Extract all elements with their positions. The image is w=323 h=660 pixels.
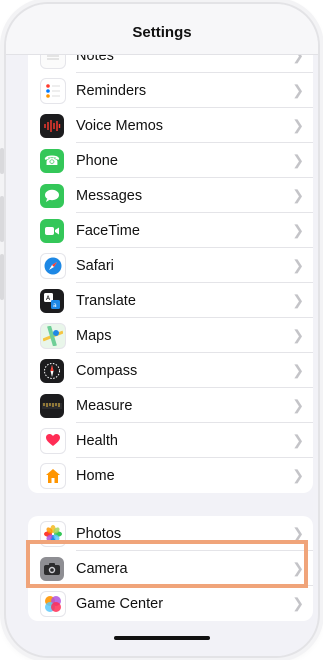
row-label: Home xyxy=(76,467,115,484)
settings-row-messages[interactable]: Messages ❯ xyxy=(28,178,313,213)
settings-row-translate[interactable]: Aa Translate ❯ xyxy=(28,283,313,318)
chevron-right-icon: ❯ xyxy=(292,82,304,98)
translate-icon: Aa xyxy=(40,288,64,313)
settings-row-safari[interactable]: Safari ❯ xyxy=(28,248,313,283)
settings-row-reminders[interactable]: Reminders ❯ xyxy=(28,73,313,108)
row-label: Messages xyxy=(76,187,143,204)
settings-row-voice-memos[interactable]: Voice Memos ❯ xyxy=(28,108,313,143)
apps-group: Notes ❯ Reminders ❯ Voice Memos ❯ ☎ Phon… xyxy=(28,38,313,493)
ruler-icon xyxy=(40,393,64,418)
settings-row-compass[interactable]: Compass ❯ xyxy=(28,353,313,388)
chevron-right-icon: ❯ xyxy=(292,292,304,308)
chevron-right-icon: ❯ xyxy=(292,257,304,273)
row-label: Game Center xyxy=(76,595,164,612)
volume-up-button xyxy=(0,196,4,242)
map-icon xyxy=(40,322,66,349)
chevron-right-icon: ❯ xyxy=(292,397,304,413)
silent-switch xyxy=(0,148,4,174)
row-label: FaceTime xyxy=(76,222,140,239)
settings-row-home[interactable]: Home ❯ xyxy=(28,458,313,493)
chevron-right-icon: ❯ xyxy=(292,187,304,203)
camera-highlight-box xyxy=(26,540,308,588)
compass-needle-icon xyxy=(40,252,66,279)
settings-row-measure[interactable]: Measure ❯ xyxy=(28,388,313,423)
settings-row-phone[interactable]: ☎ Phone ❯ xyxy=(28,143,313,178)
reminders-icon xyxy=(40,77,66,104)
chevron-right-icon: ❯ xyxy=(292,595,304,611)
svg-text:a: a xyxy=(53,302,57,309)
waveform-icon xyxy=(40,113,64,138)
video-camera-icon xyxy=(40,218,64,243)
chevron-right-icon: ❯ xyxy=(292,362,304,378)
heart-icon xyxy=(40,427,66,454)
chevron-right-icon: ❯ xyxy=(292,152,304,168)
phone-icon: ☎ xyxy=(40,148,64,173)
row-label: Compass xyxy=(76,362,138,379)
chevron-right-icon: ❯ xyxy=(292,432,304,448)
chevron-right-icon: ❯ xyxy=(292,467,304,483)
home-indicator[interactable] xyxy=(114,636,210,640)
volume-down-button xyxy=(0,254,4,300)
compass-icon xyxy=(40,358,64,383)
settings-row-facetime[interactable]: FaceTime ❯ xyxy=(28,213,313,248)
row-label: Voice Memos xyxy=(76,117,164,134)
chevron-right-icon: ❯ xyxy=(292,117,304,133)
row-label: Phone xyxy=(76,152,118,169)
chevron-right-icon: ❯ xyxy=(292,222,304,238)
page-title: Settings xyxy=(132,24,192,41)
chevron-right-icon: ❯ xyxy=(292,327,304,343)
navigation-bar: Settings xyxy=(6,4,318,55)
settings-row-health[interactable]: Health ❯ xyxy=(28,423,313,458)
settings-row-maps[interactable]: Maps ❯ xyxy=(28,318,313,353)
row-label: Safari xyxy=(76,257,114,274)
house-icon xyxy=(40,462,66,489)
row-label: Measure xyxy=(76,397,133,414)
row-label: Reminders xyxy=(76,82,147,99)
settings-row-game-center[interactable]: Game Center ❯ xyxy=(28,586,313,621)
row-label: Health xyxy=(76,432,118,449)
game-center-icon xyxy=(40,590,66,617)
message-bubble-icon xyxy=(40,183,64,208)
row-label: Translate xyxy=(76,292,136,309)
row-label: Maps xyxy=(76,327,112,344)
